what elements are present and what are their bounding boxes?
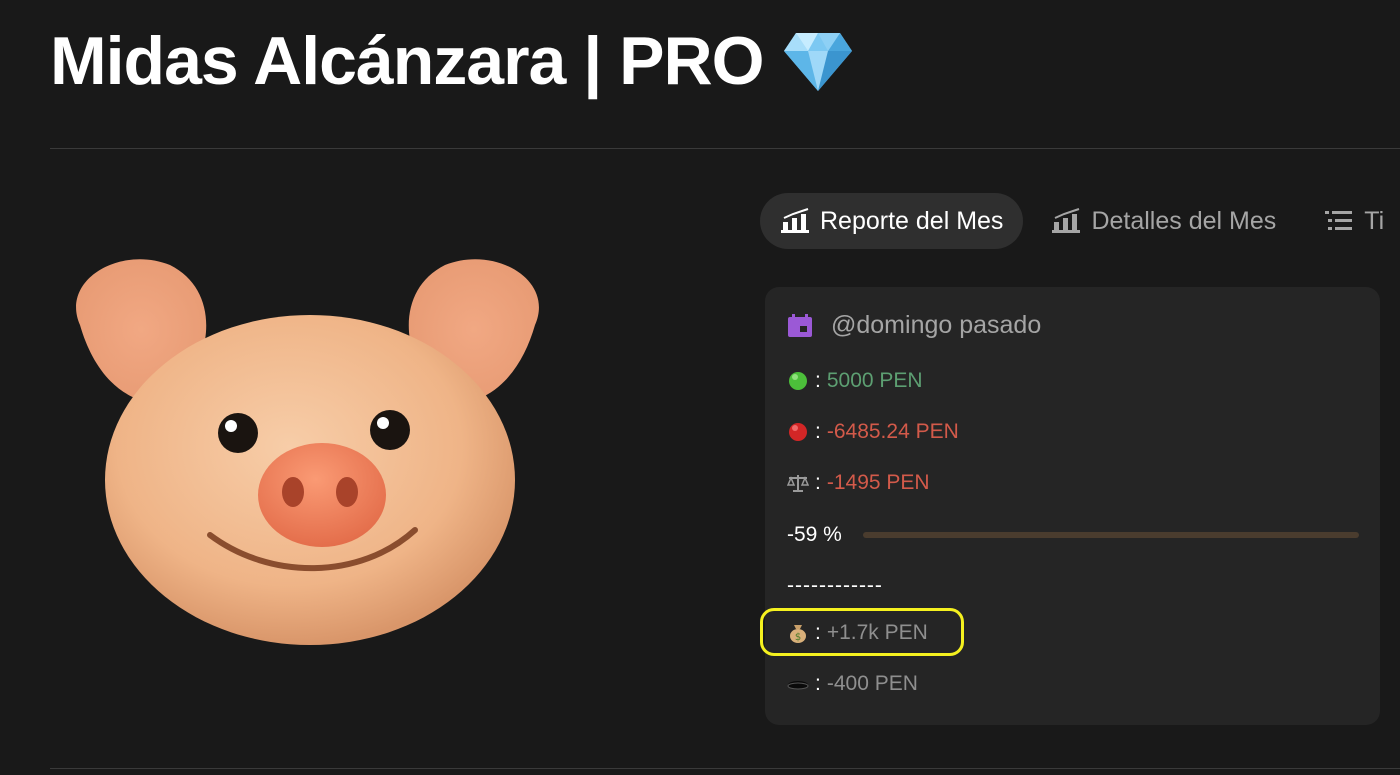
income-value: 5000 PEN xyxy=(826,369,923,392)
chart-icon xyxy=(781,208,809,233)
top-divider xyxy=(50,148,1400,149)
report-card[interactable]: @domingo pasado : 5000 PEN : -6485.24 PE… xyxy=(765,287,1380,725)
hole-colon: : xyxy=(815,672,821,695)
gem-icon xyxy=(783,33,852,91)
tab-timeline[interactable]: Ti xyxy=(1304,193,1400,249)
progress-row: -59 % xyxy=(787,523,1359,547)
page-title-text: Midas Alcánzara | PRO xyxy=(50,23,765,99)
red-circle-icon xyxy=(787,421,809,443)
expense-value: -6485.24 PEN xyxy=(826,420,959,443)
hole-row: : -400 PEN xyxy=(787,672,918,696)
hole-value: -400 PEN xyxy=(826,672,918,695)
calendar-icon xyxy=(788,313,812,337)
balance-value: -1495 PEN xyxy=(826,471,930,494)
separator-line: ------------ xyxy=(787,574,883,597)
tab-label: Reporte del Mes xyxy=(820,206,1004,235)
expense-colon: : xyxy=(815,420,821,443)
scale-icon xyxy=(787,472,809,494)
progress-label: -59 % xyxy=(787,523,842,546)
hole-icon xyxy=(787,673,809,695)
page-title: Midas Alcánzara | PRO xyxy=(50,22,854,100)
bottom-divider xyxy=(50,768,1400,769)
income-colon: : xyxy=(815,369,821,392)
expense-row: : -6485.24 PEN xyxy=(787,420,959,444)
chart-icon xyxy=(1052,208,1081,233)
card-header: @domingo pasado xyxy=(787,311,1041,340)
list-icon xyxy=(1325,211,1353,230)
income-row: : 5000 PEN xyxy=(787,369,923,393)
balance-colon: : xyxy=(815,471,821,494)
card-header-text: @domingo pasado xyxy=(831,311,1042,339)
tab-label: Ti xyxy=(1364,206,1385,235)
tab-label: Detalles del Mes xyxy=(1091,206,1277,235)
tab-bar: Reporte del Mes Detalles del Mes Ti xyxy=(760,193,1400,249)
balance-row: : -1495 PEN xyxy=(787,471,930,495)
green-circle-icon xyxy=(787,370,809,392)
progress-bar xyxy=(863,532,1359,538)
tab-detalles-del-mes[interactable]: Detalles del Mes xyxy=(1031,193,1296,249)
highlight-annotation xyxy=(760,608,964,656)
pig-image xyxy=(76,259,539,645)
tab-reporte-del-mes[interactable]: Reporte del Mes xyxy=(760,193,1024,249)
